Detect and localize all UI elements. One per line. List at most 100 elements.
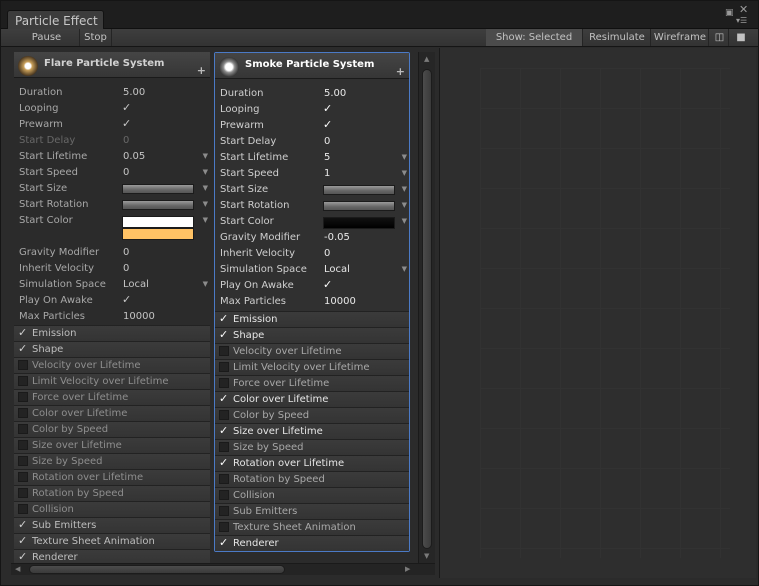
module-checkbox[interactable] (18, 360, 28, 370)
wireframe-button[interactable]: Wireframe (652, 29, 709, 46)
smoke-duration-field[interactable]: 5.00 (324, 88, 346, 99)
inspector-horizontal-scrollbar[interactable]: ◀ ▶ (11, 563, 435, 575)
flare-module-row[interactable]: Velocity over Lifetime (14, 357, 210, 373)
module-checkbox[interactable]: ✓ (219, 328, 228, 341)
flare-start-speed-field[interactable]: 0 (123, 167, 129, 178)
module-checkbox[interactable] (18, 424, 28, 434)
flare-inherit-velocity-field[interactable]: 0 (123, 263, 129, 274)
smoke-module-row[interactable]: Force over Lifetime (215, 375, 409, 391)
chevron-down-icon[interactable]: ▼ (203, 200, 208, 208)
smoke-max-particles-field[interactable]: 10000 (324, 296, 356, 307)
flare-module-row[interactable]: Force over Lifetime (14, 389, 210, 405)
module-checkbox[interactable] (18, 376, 28, 386)
smoke-module-row[interactable]: Size by Speed (215, 439, 409, 455)
context-menu-icon[interactable]: ▾☰ (736, 16, 747, 25)
smoke-start-speed-field[interactable]: 1 (324, 168, 330, 179)
smoke-module-row[interactable]: Color by Speed (215, 407, 409, 423)
smoke-prewarm-checkbox[interactable]: ✓ (323, 118, 332, 131)
smoke-module-row[interactable]: ✓ Renderer (215, 535, 409, 551)
smoke-module-row[interactable]: ✓ Emission (215, 311, 409, 327)
flare-start-color-swatch[interactable] (122, 216, 194, 228)
smoke-module-row[interactable]: Limit Velocity over Lifetime (215, 359, 409, 375)
smoke-start-size-curve[interactable] (323, 185, 395, 195)
flare-gravity-modifier-field[interactable]: 0 (123, 247, 129, 258)
smoke-module-row[interactable]: ✓ Rotation over Lifetime (215, 455, 409, 471)
flare-start-color-swatch-2[interactable] (122, 228, 194, 240)
module-checkbox[interactable]: ✓ (18, 326, 27, 339)
chevron-down-icon[interactable]: ▼ (203, 152, 208, 160)
smoke-play-on-awake-checkbox[interactable]: ✓ (323, 278, 332, 291)
module-checkbox[interactable] (219, 522, 229, 532)
flare-module-row[interactable]: Collision (14, 501, 210, 517)
add-module-icon[interactable]: + (396, 65, 405, 78)
flare-start-rotation-curve[interactable] (122, 200, 194, 210)
pause-button[interactable]: Pause (14, 29, 80, 46)
chevron-down-icon[interactable]: ▼ (402, 153, 407, 161)
vertical-scroll-thumb[interactable] (422, 69, 432, 549)
tab-particle-effect[interactable]: Particle Effect (7, 10, 104, 30)
flare-module-row[interactable]: ✓ Renderer (14, 549, 210, 564)
flare-simulation-space-select[interactable]: Local (123, 279, 149, 290)
flare-module-row[interactable]: Color by Speed (14, 421, 210, 437)
scroll-down-icon[interactable]: ▼ (424, 552, 429, 560)
stop-button[interactable]: Stop (80, 29, 112, 46)
resimulate-button[interactable]: Resimulate (584, 29, 651, 46)
module-checkbox[interactable]: ✓ (18, 342, 27, 355)
chevron-down-icon[interactable]: ▼ (402, 201, 407, 209)
module-checkbox[interactable]: ✓ (219, 424, 228, 437)
show-selected-button[interactable]: Show: Selected (486, 29, 583, 46)
inspector-vertical-scrollbar[interactable]: ▲ ▼ (418, 52, 435, 564)
flare-prewarm-checkbox[interactable]: ✓ (122, 117, 131, 130)
flare-module-row[interactable]: Limit Velocity over Lifetime (14, 373, 210, 389)
chevron-down-icon[interactable]: ▼ (402, 217, 407, 225)
chevron-down-icon[interactable]: ▼ (203, 184, 208, 192)
module-checkbox[interactable] (18, 456, 28, 466)
module-checkbox[interactable] (18, 488, 28, 498)
smoke-looping-checkbox[interactable]: ✓ (323, 102, 332, 115)
smoke-module-row[interactable]: Texture Sheet Animation (215, 519, 409, 535)
flare-module-row[interactable]: ✓ Sub Emitters (14, 517, 210, 533)
smoke-inherit-velocity-field[interactable]: 0 (324, 248, 330, 259)
smoke-simulation-space-select[interactable]: Local (324, 264, 350, 275)
smoke-module-row[interactable]: Rotation by Speed (215, 471, 409, 487)
horizontal-scroll-thumb[interactable] (29, 565, 285, 574)
flare-start-lifetime-field[interactable]: 0.05 (123, 151, 145, 162)
module-checkbox[interactable]: ✓ (219, 392, 228, 405)
scroll-left-icon[interactable]: ◀ (15, 565, 20, 573)
flare-duration-field[interactable]: 5.00 (123, 87, 145, 98)
scroll-up-icon[interactable]: ▲ (424, 55, 429, 63)
module-checkbox[interactable] (18, 392, 28, 402)
flare-play-on-awake-checkbox[interactable]: ✓ (122, 293, 131, 306)
flare-looping-checkbox[interactable]: ✓ (122, 101, 131, 114)
flare-module-row[interactable]: Size over Lifetime (14, 437, 210, 453)
flare-module-row[interactable]: Color over Lifetime (14, 405, 210, 421)
flare-header[interactable]: Flare Particle System + (14, 52, 210, 78)
add-module-icon[interactable]: + (197, 64, 206, 77)
module-checkbox[interactable] (18, 408, 28, 418)
flare-module-row[interactable]: Size by Speed (14, 453, 210, 469)
module-checkbox[interactable]: ✓ (18, 550, 27, 563)
smoke-start-lifetime-field[interactable]: 5 (324, 152, 330, 163)
module-checkbox[interactable] (219, 442, 229, 452)
flare-module-row[interactable]: Rotation over Lifetime (14, 469, 210, 485)
module-checkbox[interactable] (18, 472, 28, 482)
module-checkbox[interactable]: ✓ (219, 536, 228, 549)
menu-icon[interactable]: ▣ (725, 8, 734, 18)
module-checkbox[interactable] (219, 474, 229, 484)
module-checkbox[interactable] (219, 362, 229, 372)
flare-module-row[interactable]: Rotation by Speed (14, 485, 210, 501)
chevron-down-icon[interactable]: ▼ (203, 280, 208, 288)
chevron-down-icon[interactable]: ▼ (402, 265, 407, 273)
module-checkbox[interactable] (18, 440, 28, 450)
smoke-module-row[interactable]: ✓ Color over Lifetime (215, 391, 409, 407)
scroll-right-icon[interactable]: ▶ (405, 565, 410, 573)
smoke-module-row[interactable]: Sub Emitters (215, 503, 409, 519)
module-checkbox[interactable] (219, 410, 229, 420)
layout-icon[interactable]: ◫ (711, 29, 729, 46)
flare-start-size-curve[interactable] (122, 184, 194, 194)
module-checkbox[interactable] (18, 504, 28, 514)
module-checkbox[interactable] (219, 490, 229, 500)
module-checkbox[interactable] (219, 506, 229, 516)
smoke-start-color-swatch[interactable] (323, 217, 395, 229)
flare-module-row[interactable]: ✓ Texture Sheet Animation (14, 533, 210, 549)
